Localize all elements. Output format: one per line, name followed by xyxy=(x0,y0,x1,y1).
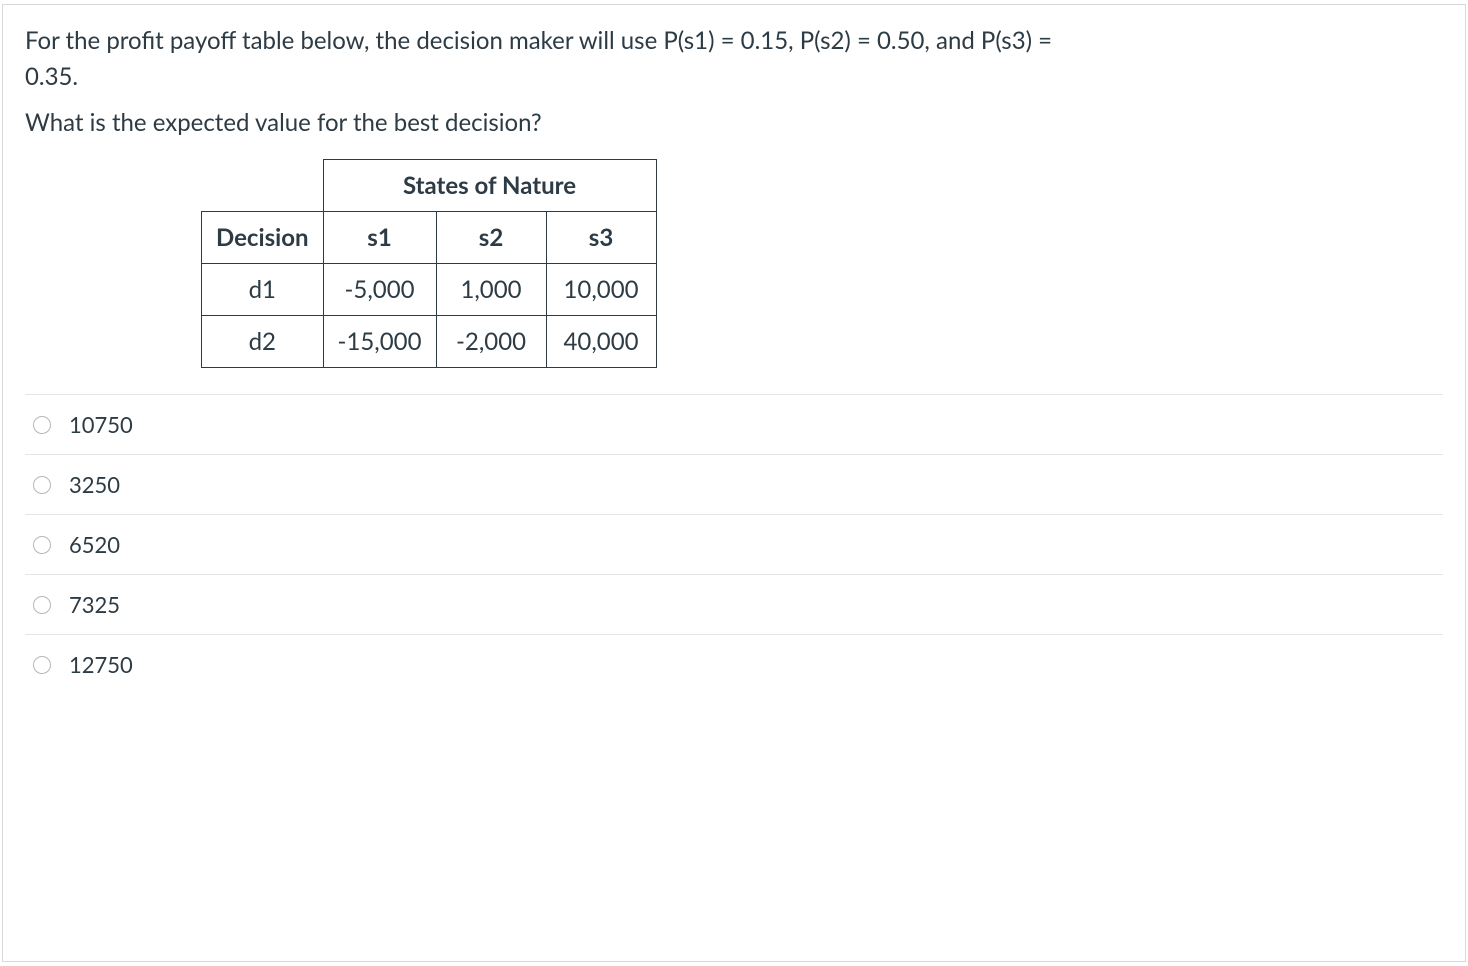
stem-line-1b: 0.35. xyxy=(25,62,78,91)
table-header-empty xyxy=(202,160,324,212)
answer-option[interactable]: 3250 xyxy=(25,454,1443,514)
answer-option[interactable]: 12750 xyxy=(25,634,1443,688)
answer-label: 3250 xyxy=(69,471,120,498)
table-row-header-top: States of Nature xyxy=(202,160,657,212)
table-row: d2 -15,000 -2,000 40,000 xyxy=(202,316,657,368)
radio-icon[interactable] xyxy=(33,656,51,674)
question-card: For the profit payoff table below, the d… xyxy=(2,4,1466,962)
table-header-s2: s2 xyxy=(436,212,546,264)
table-header-s3: s3 xyxy=(546,212,656,264)
table-cell-s1: -15,000 xyxy=(323,316,436,368)
radio-icon[interactable] xyxy=(33,416,51,434)
answer-option[interactable]: 6520 xyxy=(25,514,1443,574)
stem-line-1a: For the profit payoff table below, the d… xyxy=(25,26,1052,55)
answer-label: 12750 xyxy=(69,651,133,678)
radio-icon[interactable] xyxy=(33,476,51,494)
payoff-table: States of Nature Decision s1 s2 s3 d1 -5… xyxy=(201,159,657,368)
table-header-states: States of Nature xyxy=(323,160,656,212)
table-cell-decision: d2 xyxy=(202,316,324,368)
table-cell-s2: -2,000 xyxy=(436,316,546,368)
answer-label: 10750 xyxy=(69,411,133,438)
page: For the profit payoff table below, the d… xyxy=(0,0,1468,966)
answer-list: 10750 3250 6520 7325 12750 xyxy=(25,394,1443,688)
question-stem: For the profit payoff table below, the d… xyxy=(25,23,1443,141)
answer-label: 6520 xyxy=(69,531,120,558)
table-cell-s3: 40,000 xyxy=(546,316,656,368)
answer-option[interactable]: 10750 xyxy=(25,394,1443,454)
table-header-decision: Decision xyxy=(202,212,324,264)
table-cell-decision: d1 xyxy=(202,264,324,316)
stem-line-2: What is the expected value for the best … xyxy=(25,105,1443,141)
radio-icon[interactable] xyxy=(33,596,51,614)
table-row-header-cols: Decision s1 s2 s3 xyxy=(202,212,657,264)
table-cell-s3: 10,000 xyxy=(546,264,656,316)
payoff-table-wrap: States of Nature Decision s1 s2 s3 d1 -5… xyxy=(25,159,1443,368)
answer-label: 7325 xyxy=(69,591,120,618)
table-row: d1 -5,000 1,000 10,000 xyxy=(202,264,657,316)
table-cell-s1: -5,000 xyxy=(323,264,436,316)
table-cell-s2: 1,000 xyxy=(436,264,546,316)
table-header-s1: s1 xyxy=(323,212,436,264)
radio-icon[interactable] xyxy=(33,536,51,554)
answer-option[interactable]: 7325 xyxy=(25,574,1443,634)
